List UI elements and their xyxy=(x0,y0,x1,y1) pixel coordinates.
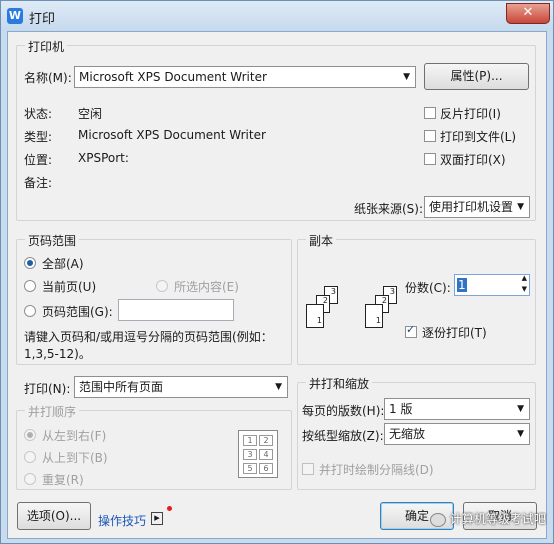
page-range-hint-2: 1,3,5-12)。 xyxy=(24,347,91,361)
pages-per-sheet-label: 每页的版数(H): xyxy=(302,404,385,418)
tips-link[interactable]: 操作技巧 xyxy=(98,512,146,529)
collate-checkbox[interactable] xyxy=(405,323,417,338)
red-dot-badge xyxy=(167,506,172,511)
printer-name-label: 名称(M): xyxy=(24,71,72,85)
order-title: 并打顺序 xyxy=(25,403,80,420)
pages-per-sheet-value: 1 版 xyxy=(389,402,413,416)
type-value: Microsoft XPS Document Writer xyxy=(78,128,266,142)
dialog-body: 打印机 名称(M): Microsoft XPS Document Writer… xyxy=(7,31,547,539)
order-preview-icon: 1 2 3 4 5 6 xyxy=(238,430,278,478)
order-tb-label[interactable]: 从上到下(B) xyxy=(42,449,108,466)
ok-button-label: 确定 xyxy=(404,509,429,523)
printer-group-title: 打印机 xyxy=(25,38,68,55)
status-label: 状态: xyxy=(24,107,53,121)
chevron-down-icon: ▼ xyxy=(275,382,282,392)
options-button[interactable]: 选项(O)... xyxy=(17,502,91,530)
paper-source-select[interactable]: 使用打印机设置 ▼ xyxy=(424,196,530,218)
range-selection-label[interactable]: 所选内容(E) xyxy=(174,278,239,295)
copies-title: 副本 xyxy=(306,232,337,249)
reverse-print-label[interactable]: 反片打印(I) xyxy=(440,105,501,122)
page-range-title: 页码范围 xyxy=(25,232,80,249)
print-what-label: 打印(N): xyxy=(24,382,71,396)
wechat-icon xyxy=(430,512,446,527)
reverse-print-checkbox[interactable] xyxy=(424,107,436,119)
type-label: 类型: xyxy=(24,130,53,144)
print-what-select[interactable]: 范围中所有页面 ▼ xyxy=(74,376,288,398)
range-pages-radio[interactable] xyxy=(24,305,36,317)
status-value: 空闲 xyxy=(78,107,103,121)
window-title: 打印 xyxy=(29,12,56,27)
scale-title: 并打和缩放 xyxy=(306,375,373,392)
paper-source-value: 使用打印机设置 xyxy=(429,200,514,214)
scale-select[interactable]: 无缩放 ▼ xyxy=(384,423,530,445)
collate-label[interactable]: 逐份打印(T) xyxy=(422,324,487,341)
order-lr-label[interactable]: 从左到右(F) xyxy=(42,427,106,444)
close-button[interactable]: ✕ xyxy=(506,3,550,24)
print-dialog: W 打印 ✕ 打印机 名称(M): Microsoft XPS Document… xyxy=(0,0,554,544)
location-value: XPSPort: xyxy=(78,151,129,165)
comment-label: 备注: xyxy=(24,176,53,190)
order-tb-radio[interactable] xyxy=(24,451,36,463)
duplex-print-checkbox[interactable] xyxy=(424,153,436,165)
pages-per-sheet-select[interactable]: 1 版 ▼ xyxy=(384,398,530,420)
printer-name-value: Microsoft XPS Document Writer xyxy=(79,70,267,84)
title-bar[interactable]: W 打印 ✕ xyxy=(1,1,553,31)
chevron-down-icon: ▼ xyxy=(517,404,524,414)
copies-count-input[interactable]: 1 ▲ ▼ xyxy=(454,274,530,296)
location-label: 位置: xyxy=(24,153,53,167)
scale-label: 按纸型缩放(Z): xyxy=(302,429,384,443)
copies-count-value: 1 xyxy=(457,278,467,292)
range-pages-label[interactable]: 页码范围(G): xyxy=(42,303,113,320)
page-range-hint: 请键入页码和/或用逗号分隔的页码范围(例如： xyxy=(24,330,273,344)
duplex-print-label[interactable]: 双面打印(X) xyxy=(440,151,506,168)
range-current-radio[interactable] xyxy=(24,280,36,292)
draw-lines-label[interactable]: 并打时绘制分隔线(D) xyxy=(319,461,434,478)
print-what-value: 范围中所有页面 xyxy=(79,380,164,394)
page-range-input[interactable] xyxy=(118,299,234,321)
spin-up-icon[interactable]: ▲ xyxy=(522,274,527,282)
range-all-label[interactable]: 全部(A) xyxy=(42,255,84,272)
scale-value: 无缩放 xyxy=(389,427,426,441)
copies-count-label: 份数(C): xyxy=(405,281,451,295)
chevron-down-icon: ▼ xyxy=(403,72,410,82)
range-all-radio[interactable] xyxy=(24,257,36,269)
properties-button[interactable]: 属性(P)... xyxy=(424,63,529,90)
paper-source-label: 纸张来源(S): xyxy=(354,202,424,216)
order-repeat-label[interactable]: 重复(R) xyxy=(42,471,84,488)
wps-app-icon: W xyxy=(7,8,23,24)
watermark: 计算机等级考试吧 xyxy=(430,510,546,527)
print-to-file-label[interactable]: 打印到文件(L) xyxy=(440,128,516,145)
chevron-down-icon: ▼ xyxy=(517,202,524,212)
order-repeat-radio[interactable] xyxy=(24,473,36,485)
print-to-file-checkbox[interactable] xyxy=(424,130,436,142)
range-selection-radio[interactable] xyxy=(156,280,168,292)
chevron-down-icon: ▼ xyxy=(517,429,524,439)
printer-name-select[interactable]: Microsoft XPS Document Writer ▼ xyxy=(74,66,416,88)
video-icon[interactable]: ▸ xyxy=(151,512,163,525)
range-current-label[interactable]: 当前页(U) xyxy=(42,278,96,295)
watermark-text: 计算机等级考试吧 xyxy=(449,512,546,526)
spin-down-icon[interactable]: ▼ xyxy=(522,285,527,293)
draw-lines-checkbox[interactable] xyxy=(302,463,314,475)
order-lr-radio[interactable] xyxy=(24,429,36,441)
